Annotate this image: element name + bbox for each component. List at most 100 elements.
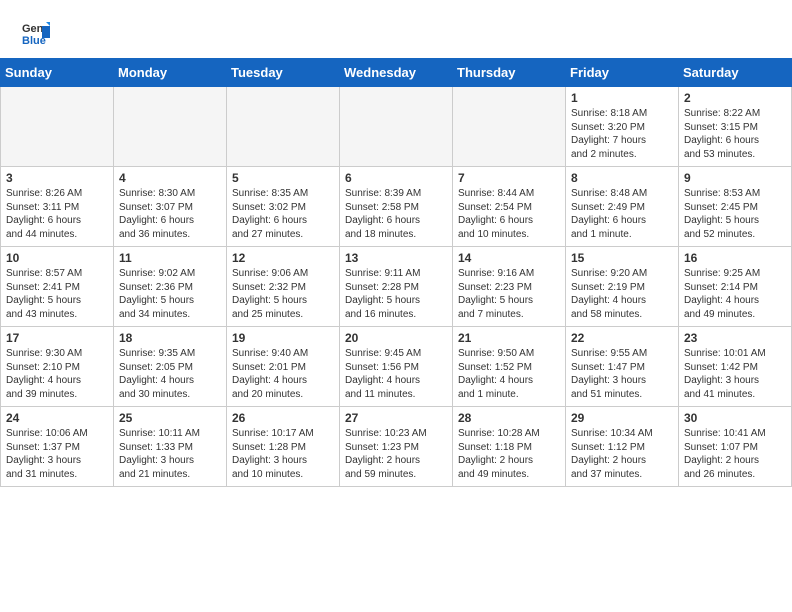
day-number: 9 [684, 171, 786, 185]
day-number: 19 [232, 331, 334, 345]
calendar-week-row: 10 Sunrise: 8:57 AM Sunset: 2:41 PM Dayli… [1, 247, 792, 327]
calendar-cell [227, 87, 340, 167]
day-info: Sunrise: 9:45 AM Sunset: 1:56 PM Dayligh… [345, 347, 447, 401]
day-info: Sunrise: 8:57 AM Sunset: 2:41 PM Dayligh… [6, 267, 108, 321]
day-number: 8 [571, 171, 673, 185]
calendar-cell: 25Sunrise: 10:11 AM Sunset: 1:33 PM Dayl… [114, 407, 227, 487]
calendar-cell: 3 Sunrise: 8:26 AM Sunset: 3:11 PM Daylig… [1, 167, 114, 247]
day-number: 12 [232, 251, 334, 265]
calendar-body: 1 Sunrise: 8:18 AM Sunset: 3:20 PM Daylig… [1, 87, 792, 487]
day-info: Sunrise: 8:48 AM Sunset: 2:49 PM Dayligh… [571, 187, 673, 241]
day-info: Sunrise: 10:06 AM Sunset: 1:37 PM Daylig… [6, 427, 108, 481]
calendar-cell: 9 Sunrise: 8:53 AM Sunset: 2:45 PM Daylig… [679, 167, 792, 247]
calendar-cell [114, 87, 227, 167]
day-number: 13 [345, 251, 447, 265]
calendar-cell: 20 Sunrise: 9:45 AM Sunset: 1:56 PM Dayli… [340, 327, 453, 407]
day-number: 27 [345, 411, 447, 425]
day-info: Sunrise: 8:44 AM Sunset: 2:54 PM Dayligh… [458, 187, 560, 241]
day-number: 24 [6, 411, 108, 425]
day-info: Sunrise: 8:53 AM Sunset: 2:45 PM Dayligh… [684, 187, 786, 241]
day-info: Sunrise: 9:25 AM Sunset: 2:14 PM Dayligh… [684, 267, 786, 321]
calendar-cell: 21 Sunrise: 9:50 AM Sunset: 1:52 PM Dayli… [453, 327, 566, 407]
day-info: Sunrise: 10:34 AM Sunset: 1:12 PM Daylig… [571, 427, 673, 481]
calendar-cell: 22 Sunrise: 9:55 AM Sunset: 1:47 PM Dayli… [566, 327, 679, 407]
calendar-cell: 18 Sunrise: 9:35 AM Sunset: 2:05 PM Dayli… [114, 327, 227, 407]
day-info: Sunrise: 9:11 AM Sunset: 2:28 PM Dayligh… [345, 267, 447, 321]
day-number: 28 [458, 411, 560, 425]
calendar-cell: 24 Sunrise: 10:06 AM Sunset: 1:37 PM Dayl… [1, 407, 114, 487]
day-info: Sunrise: 9:50 AM Sunset: 1:52 PM Dayligh… [458, 347, 560, 401]
calendar-cell [1, 87, 114, 167]
day-number: 30 [684, 411, 786, 425]
day-info: Sunrise: 8:26 AM Sunset: 3:11 PM Dayligh… [6, 187, 108, 241]
day-number: 4 [119, 171, 221, 185]
day-number: 5 [232, 171, 334, 185]
calendar-week-row: 17 Sunrise: 9:30 AM Sunset: 2:10 PM Dayli… [1, 327, 792, 407]
day-number: 6 [345, 171, 447, 185]
day-info: Sunrise: 8:18 AM Sunset: 3:20 PM Dayligh… [571, 107, 673, 161]
calendar-cell: 2Sunrise: 8:22 AM Sunset: 3:15 PM Daylig… [679, 87, 792, 167]
calendar-table: SundayMondayTuesdayWednesdayThursdayFrid… [0, 58, 792, 487]
day-number: 14 [458, 251, 560, 265]
calendar-cell: 23Sunrise: 10:01 AM Sunset: 1:42 PM Dayl… [679, 327, 792, 407]
day-number: 21 [458, 331, 560, 345]
logo-icon: General Blue [20, 18, 50, 48]
calendar-cell: 11 Sunrise: 9:02 AM Sunset: 2:36 PM Dayli… [114, 247, 227, 327]
calendar-cell: 26Sunrise: 10:17 AM Sunset: 1:28 PM Dayl… [227, 407, 340, 487]
day-number: 2 [684, 91, 786, 105]
calendar-cell: 10 Sunrise: 8:57 AM Sunset: 2:41 PM Dayli… [1, 247, 114, 327]
calendar-cell: 19 Sunrise: 9:40 AM Sunset: 2:01 PM Dayli… [227, 327, 340, 407]
day-info: Sunrise: 10:01 AM Sunset: 1:42 PM Daylig… [684, 347, 786, 401]
day-info: Sunrise: 9:16 AM Sunset: 2:23 PM Dayligh… [458, 267, 560, 321]
calendar-week-row: 1 Sunrise: 8:18 AM Sunset: 3:20 PM Daylig… [1, 87, 792, 167]
calendar-cell [340, 87, 453, 167]
logo: General Blue [20, 18, 54, 48]
day-number: 25 [119, 411, 221, 425]
day-number: 15 [571, 251, 673, 265]
header-day: Sunday [1, 59, 114, 87]
day-info: Sunrise: 9:20 AM Sunset: 2:19 PM Dayligh… [571, 267, 673, 321]
day-info: Sunrise: 8:30 AM Sunset: 3:07 PM Dayligh… [119, 187, 221, 241]
calendar-cell: 4 Sunrise: 8:30 AM Sunset: 3:07 PM Daylig… [114, 167, 227, 247]
day-number: 20 [345, 331, 447, 345]
day-number: 3 [6, 171, 108, 185]
day-info: Sunrise: 9:40 AM Sunset: 2:01 PM Dayligh… [232, 347, 334, 401]
calendar-week-row: 3 Sunrise: 8:26 AM Sunset: 3:11 PM Daylig… [1, 167, 792, 247]
calendar-cell: 6Sunrise: 8:39 AM Sunset: 2:58 PM Daylig… [340, 167, 453, 247]
calendar-cell: 29 Sunrise: 10:34 AM Sunset: 1:12 PM Dayl… [566, 407, 679, 487]
day-number: 29 [571, 411, 673, 425]
day-number: 1 [571, 91, 673, 105]
day-number: 10 [6, 251, 108, 265]
day-number: 11 [119, 251, 221, 265]
header-day: Monday [114, 59, 227, 87]
header-day: Friday [566, 59, 679, 87]
calendar-header: SundayMondayTuesdayWednesdayThursdayFrid… [1, 59, 792, 87]
calendar-cell: 14 Sunrise: 9:16 AM Sunset: 2:23 PM Dayli… [453, 247, 566, 327]
day-info: Sunrise: 8:35 AM Sunset: 3:02 PM Dayligh… [232, 187, 334, 241]
page-header: General Blue [0, 0, 792, 58]
day-info: Sunrise: 9:02 AM Sunset: 2:36 PM Dayligh… [119, 267, 221, 321]
calendar-cell: 8 Sunrise: 8:48 AM Sunset: 2:49 PM Daylig… [566, 167, 679, 247]
header-day: Tuesday [227, 59, 340, 87]
calendar-week-row: 24 Sunrise: 10:06 AM Sunset: 1:37 PM Dayl… [1, 407, 792, 487]
calendar-cell: 13 Sunrise: 9:11 AM Sunset: 2:28 PM Dayli… [340, 247, 453, 327]
day-info: Sunrise: 9:55 AM Sunset: 1:47 PM Dayligh… [571, 347, 673, 401]
day-info: Sunrise: 10:17 AM Sunset: 1:28 PM Daylig… [232, 427, 334, 481]
day-number: 18 [119, 331, 221, 345]
calendar-cell: 1 Sunrise: 8:18 AM Sunset: 3:20 PM Daylig… [566, 87, 679, 167]
day-info: Sunrise: 9:06 AM Sunset: 2:32 PM Dayligh… [232, 267, 334, 321]
day-info: Sunrise: 9:35 AM Sunset: 2:05 PM Dayligh… [119, 347, 221, 401]
day-number: 22 [571, 331, 673, 345]
calendar-cell [453, 87, 566, 167]
calendar-cell: 16Sunrise: 9:25 AM Sunset: 2:14 PM Dayli… [679, 247, 792, 327]
day-info: Sunrise: 10:41 AM Sunset: 1:07 PM Daylig… [684, 427, 786, 481]
day-number: 17 [6, 331, 108, 345]
calendar-cell: 7Sunrise: 8:44 AM Sunset: 2:54 PM Daylig… [453, 167, 566, 247]
day-info: Sunrise: 9:30 AM Sunset: 2:10 PM Dayligh… [6, 347, 108, 401]
header-row: SundayMondayTuesdayWednesdayThursdayFrid… [1, 59, 792, 87]
header-day: Thursday [453, 59, 566, 87]
day-info: Sunrise: 10:28 AM Sunset: 1:18 PM Daylig… [458, 427, 560, 481]
calendar-cell: 5 Sunrise: 8:35 AM Sunset: 3:02 PM Daylig… [227, 167, 340, 247]
day-info: Sunrise: 10:23 AM Sunset: 1:23 PM Daylig… [345, 427, 447, 481]
header-day: Wednesday [340, 59, 453, 87]
